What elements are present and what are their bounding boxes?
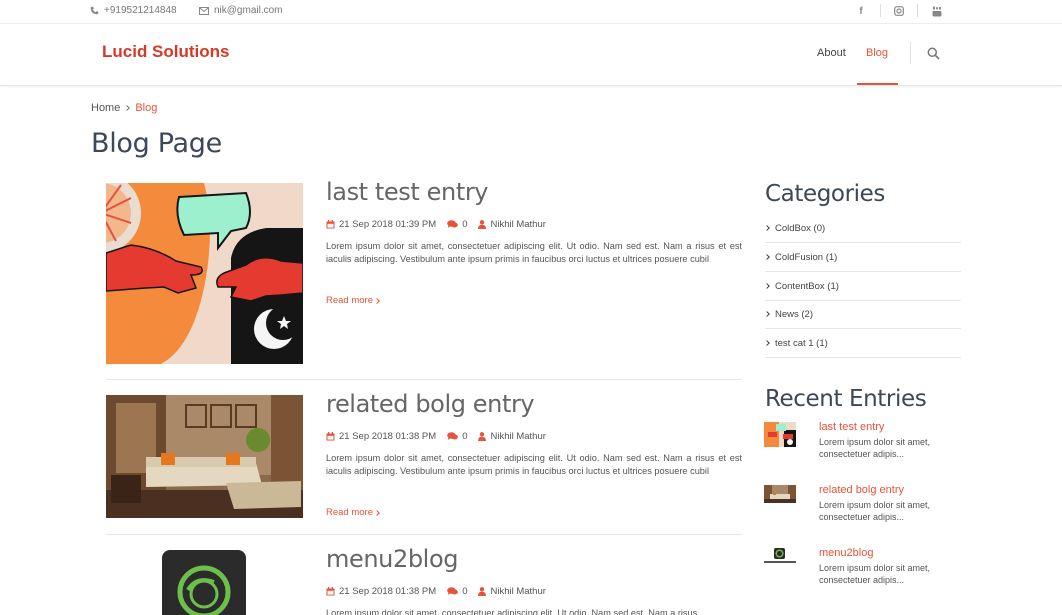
read-more-label: Read more bbox=[326, 295, 373, 306]
user-icon bbox=[478, 587, 487, 596]
calendar-icon bbox=[326, 432, 335, 441]
brand-logo[interactable]: Lucid Solutions bbox=[102, 42, 230, 62]
post-excerpt: Lorem ipsum dolor sit amet, consectetuer… bbox=[326, 453, 742, 477]
read-more-link[interactable]: Read more bbox=[326, 507, 380, 518]
post-date: 21 Sep 2018 01:39 PM bbox=[339, 219, 437, 230]
chevron-right-icon bbox=[374, 297, 380, 304]
post-comment-count: 0 bbox=[462, 586, 468, 597]
post-author[interactable]: Nikhil Mathur bbox=[490, 431, 545, 442]
post-divider bbox=[106, 534, 742, 535]
post-meta: 21 Sep 2018 01:38 PM 0 Nikhil Mathur bbox=[326, 586, 557, 597]
post-divider bbox=[106, 379, 742, 380]
post-date: 21 Sep 2018 01:38 PM bbox=[339, 586, 437, 597]
post-date: 21 Sep 2018 01:38 PM bbox=[339, 431, 437, 442]
blog-post: related bolg entry 21 Sep 2018 01:38 PM … bbox=[106, 390, 742, 518]
post-title[interactable]: related bolg entry bbox=[326, 390, 535, 418]
comments-icon bbox=[447, 432, 458, 440]
page-title: Blog Page bbox=[91, 128, 222, 159]
categories-heading: Categories bbox=[765, 181, 885, 207]
recent-entry-title[interactable]: related bolg entry bbox=[819, 484, 904, 496]
envelope-icon bbox=[199, 6, 209, 15]
post-thumbnail[interactable] bbox=[106, 183, 303, 364]
post-comment-count: 0 bbox=[462, 431, 468, 442]
divider bbox=[917, 4, 918, 17]
nav-item-about[interactable]: About bbox=[817, 47, 846, 59]
calendar-icon bbox=[326, 587, 335, 596]
instagram-icon[interactable] bbox=[893, 4, 905, 18]
breadcrumb-current: Blog bbox=[135, 102, 158, 114]
comments-icon bbox=[447, 587, 458, 595]
post-excerpt: Lorem ipsum dolor sit amet, consectetuer… bbox=[326, 241, 742, 265]
post-meta: 21 Sep 2018 01:39 PM 0 Nikhil Mathur bbox=[326, 219, 557, 230]
nav-active-indicator bbox=[857, 83, 898, 85]
recent-entry-title[interactable]: menu2blog bbox=[819, 547, 873, 559]
user-icon bbox=[478, 432, 487, 441]
chevron-right-icon bbox=[764, 340, 770, 346]
user-icon bbox=[478, 220, 487, 229]
post-author[interactable]: Nikhil Mathur bbox=[490, 586, 545, 597]
recent-entry-excerpt: Lorem ipsum dolor sit amet, consectetuer… bbox=[819, 437, 931, 460]
nav-item-blog[interactable]: Blog bbox=[866, 47, 888, 59]
post-title[interactable]: last test entry bbox=[326, 178, 489, 206]
post-author[interactable]: Nikhil Mathur bbox=[490, 219, 545, 230]
phone-icon bbox=[90, 6, 99, 15]
recent-entry-thumbnail[interactable] bbox=[764, 485, 796, 503]
divider bbox=[910, 42, 911, 64]
email-contact[interactable]: nik@gmail.com bbox=[199, 5, 283, 16]
search-icon[interactable] bbox=[927, 47, 940, 60]
chevron-right-icon bbox=[764, 311, 770, 317]
recent-entry-title[interactable]: last test entry bbox=[819, 421, 884, 433]
post-comment-count: 0 bbox=[462, 219, 468, 230]
read-more-link[interactable]: Read more bbox=[326, 295, 380, 306]
post-title[interactable]: menu2blog bbox=[326, 545, 458, 573]
category-item[interactable]: test cat 1 (1) bbox=[764, 329, 961, 358]
email-address: nik@gmail.com bbox=[214, 5, 283, 16]
chevron-right-icon bbox=[764, 225, 770, 231]
category-item[interactable]: ColdBox (0) bbox=[764, 214, 961, 243]
chevron-right-icon bbox=[374, 509, 380, 516]
phone-contact: +919521214848 bbox=[90, 5, 177, 16]
main-navbar: Lucid Solutions About Blog bbox=[0, 24, 1062, 86]
blog-post: last test entry 21 Sep 2018 01:39 PM 0 N… bbox=[106, 178, 742, 364]
divider bbox=[880, 4, 881, 17]
post-meta: 21 Sep 2018 01:38 PM 0 Nikhil Mathur bbox=[326, 431, 557, 442]
category-label: News (2) bbox=[775, 308, 814, 320]
comments-icon bbox=[447, 220, 458, 228]
facebook-icon[interactable]: f bbox=[855, 4, 867, 18]
category-item[interactable]: News (2) bbox=[764, 300, 961, 329]
post-excerpt: Lorem ipsum dolor sit amet, consectetuer… bbox=[326, 608, 698, 615]
recent-entry-thumbnail[interactable] bbox=[764, 422, 796, 447]
recent-entry-excerpt: Lorem ipsum dolor sit amet, consectetuer… bbox=[819, 500, 931, 523]
chevron-right-icon bbox=[764, 283, 770, 289]
youtube-icon[interactable] bbox=[931, 4, 943, 18]
category-label: ContentBox (1) bbox=[775, 280, 839, 292]
category-label: test cat 1 (1) bbox=[775, 337, 828, 349]
phone-number: +919521214848 bbox=[104, 5, 177, 16]
blog-post: menu2blog 21 Sep 2018 01:38 PM 0 Nikhil … bbox=[106, 545, 742, 615]
category-item[interactable]: ColdFusion (1) bbox=[764, 243, 961, 272]
recent-entry-thumbnail[interactable] bbox=[764, 548, 796, 566]
category-item[interactable]: ContentBox (1) bbox=[764, 272, 961, 301]
top-bar: +919521214848 nik@gmail.com f bbox=[0, 0, 1062, 24]
category-label: ColdBox (0) bbox=[775, 222, 826, 234]
calendar-icon bbox=[326, 220, 335, 229]
breadcrumb: Home Blog bbox=[91, 102, 157, 114]
recent-entries-heading: Recent Entries bbox=[765, 386, 927, 412]
category-label: ColdFusion (1) bbox=[775, 251, 838, 263]
post-thumbnail[interactable] bbox=[106, 395, 303, 518]
chevron-right-icon bbox=[764, 254, 770, 260]
post-thumbnail[interactable] bbox=[106, 550, 303, 615]
recent-entry-excerpt: Lorem ipsum dolor sit amet, consectetuer… bbox=[819, 563, 931, 586]
read-more-label: Read more bbox=[326, 507, 373, 518]
breadcrumb-home[interactable]: Home bbox=[91, 102, 120, 114]
chevron-right-icon bbox=[124, 105, 131, 111]
